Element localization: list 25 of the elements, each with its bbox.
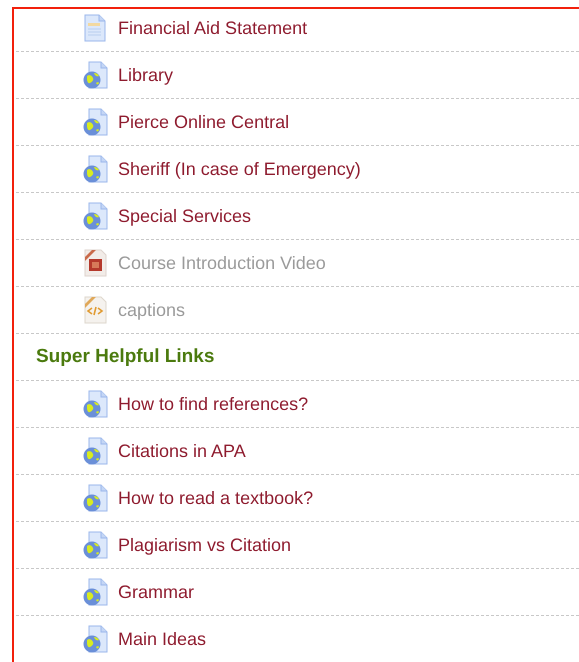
web-page-icon: [82, 578, 110, 606]
web-page-icon: [82, 531, 110, 559]
activity-link[interactable]: Special Services: [118, 206, 252, 226]
web-page-icon: [82, 61, 110, 89]
activity-link[interactable]: Pierce Online Central: [118, 112, 290, 132]
web-page-icon: [82, 155, 110, 183]
activity-link[interactable]: Grammar: [118, 582, 194, 602]
section-heading: Super Helpful Links: [36, 346, 214, 368]
document-icon: [82, 14, 108, 42]
web-page-icon: [82, 202, 110, 230]
activity-link[interactable]: Financial Aid Statement: [118, 18, 308, 38]
web-page-icon: [82, 437, 110, 465]
web-page-icon: [82, 625, 110, 653]
activity-link[interactable]: How to read a textbook?: [118, 488, 314, 508]
activity-link[interactable]: Plagiarism vs Citation: [118, 534, 292, 556]
web-page-icon: [82, 390, 110, 418]
web-page-icon: [82, 108, 110, 136]
activity-link[interactable]: How to find references?: [118, 394, 308, 414]
code-file-icon: [82, 296, 108, 324]
media-file-icon: [82, 249, 108, 277]
activity-link[interactable]: Main Ideas: [118, 628, 206, 650]
web-page-icon: [82, 484, 110, 512]
activity-link[interactable]: Sheriff (In case of Emergency): [118, 158, 361, 180]
activity-link[interactable]: Library: [118, 64, 174, 86]
activity-link[interactable]: Citations in APA: [118, 440, 246, 462]
